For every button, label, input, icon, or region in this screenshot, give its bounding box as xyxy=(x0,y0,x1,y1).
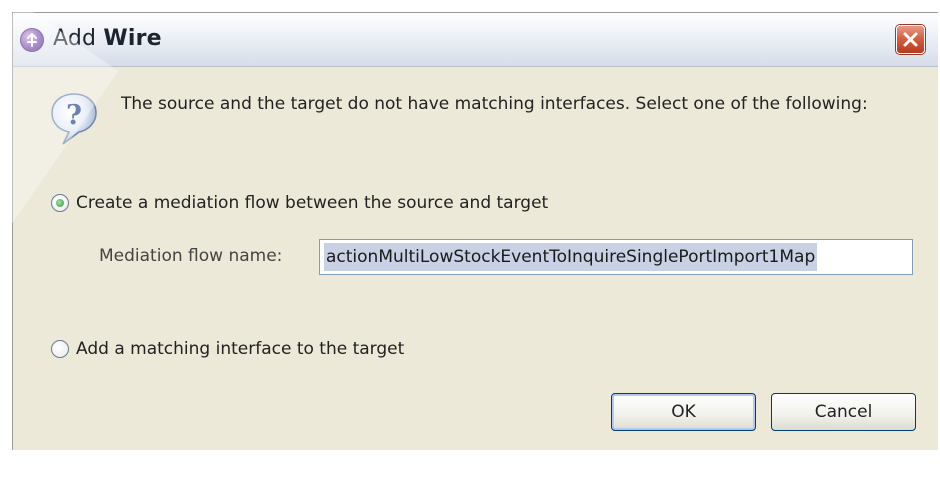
window-title: Add Wire xyxy=(53,26,162,51)
title-bold: Wire xyxy=(103,26,162,51)
mediation-flow-name-input[interactable]: actionMultiLowStockEventToInquireSingleP… xyxy=(319,239,913,275)
app-icon xyxy=(20,28,44,52)
ok-button[interactable]: OK xyxy=(611,393,756,431)
mediation-flow-name-label: Mediation flow name: xyxy=(99,246,283,266)
option-add-matching-interface[interactable]: Add a matching interface to the target xyxy=(51,337,404,361)
cancel-button[interactable]: Cancel xyxy=(771,393,916,431)
option-create-mediation-flow-label[interactable]: Create a mediation flow between the sour… xyxy=(76,193,548,213)
title-bar: Add Wire xyxy=(13,13,938,67)
option-create-mediation-flow[interactable]: Create a mediation flow between the sour… xyxy=(51,191,548,215)
radio-create-mediation-flow[interactable] xyxy=(51,194,69,212)
option-add-matching-interface-label[interactable]: Add a matching interface to the target xyxy=(76,339,404,359)
svg-text:?: ? xyxy=(66,100,82,131)
title-prefix: Add xyxy=(53,26,97,51)
add-wire-dialog: Add Wire ? The source and the target do … xyxy=(12,12,938,450)
question-icon: ? xyxy=(51,93,97,145)
mediation-flow-name-value[interactable]: actionMultiLowStockEventToInquireSingleP… xyxy=(324,243,818,271)
dialog-message: The source and the target do not have ma… xyxy=(121,94,868,114)
radio-add-matching-interface[interactable] xyxy=(51,340,69,358)
close-icon xyxy=(903,32,918,47)
close-button[interactable] xyxy=(896,25,925,54)
